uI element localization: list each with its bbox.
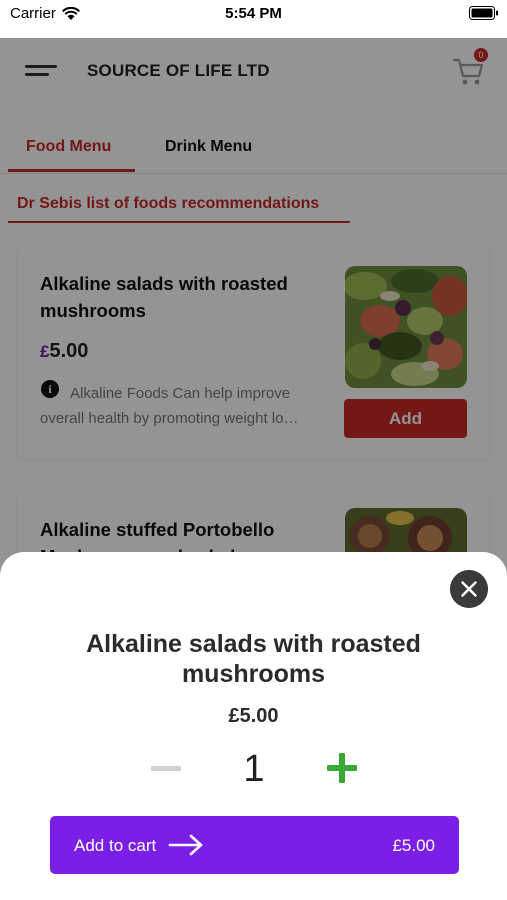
add-to-cart-sheet: Alkaline salads with roasted mushrooms £… (0, 552, 507, 900)
status-bar: Carrier 5:54 PM (0, 0, 507, 38)
sheet-item-title: Alkaline salads with roasted mushrooms (86, 630, 421, 688)
add-to-cart-button[interactable]: Add to cart £5.00 (50, 816, 459, 874)
status-time: 5:54 PM (225, 5, 282, 22)
decrease-quantity-button[interactable] (150, 753, 182, 785)
add-to-cart-label: Add to cart (74, 836, 157, 855)
quantity-value: 1 (243, 748, 265, 790)
cart-total: £5.00 (392, 836, 435, 855)
arrow-right-icon (168, 834, 203, 856)
sheet-item-price: £5.00 (228, 705, 279, 727)
battery-icon (469, 6, 499, 24)
increase-quantity-button[interactable] (325, 751, 359, 785)
close-icon[interactable] (450, 570, 488, 608)
